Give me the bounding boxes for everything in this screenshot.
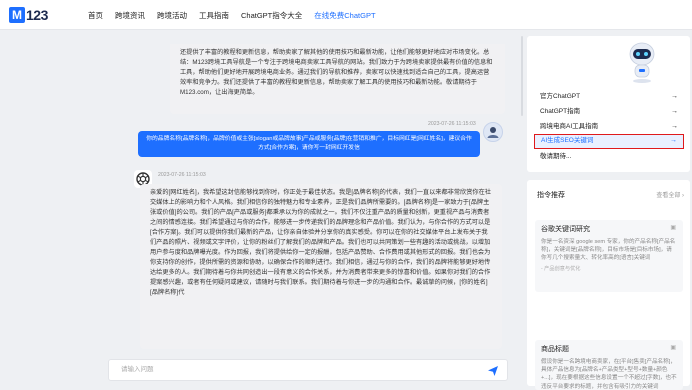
menu-item-label: 跨境电商AI工具指南 [540,123,599,130]
ai-message-timestamp: 2023-07-26 11:15:03 [158,172,206,178]
copy-icon[interactable]: ▣ [670,224,676,231]
nav-item-events[interactable]: 跨境活动 [157,10,187,21]
prompt-card-keyword-research[interactable]: 谷歌关键词研究 ▣ 你是一名资深 google sem 专家，你的产品名称[产品… [535,220,683,292]
top-navigation-bar: M 123 首页 跨境资讯 跨境活动 工具指南 ChatGPT指令大全 在线免费… [0,0,692,30]
nav-item-prompts[interactable]: ChatGPT指令大全 [241,10,302,21]
menu-item-label: AI生成SEO关键词 [541,137,594,144]
menu-item-label: 官方ChatGPT [540,93,581,100]
nav-item-tools[interactable]: 工具指南 [199,10,229,21]
arrow-right-icon: → [671,123,678,130]
main-nav: 首页 跨境资讯 跨境活动 工具指南 ChatGPT指令大全 在线免费ChatGP… [88,0,388,30]
menu-item-chatgpt-guide[interactable]: ChatGPT指南 → [534,104,684,119]
chat-scrollbar[interactable] [521,36,523,116]
arrow-right-icon: → [670,137,677,144]
nav-item-free-chatgpt[interactable]: 在线免费ChatGPT [314,10,375,21]
card-body: 你是一名资深 google sem 专家，你的产品名称[产品名称]，关键词是[品… [541,239,676,262]
question-input[interactable] [119,365,483,374]
menu-item-ai-tools-guide[interactable]: 跨境电商AI工具指南 → [534,119,684,134]
card-title: 谷歌关键词研究 [541,226,590,233]
card-title: 商品标题 [541,346,569,353]
menu-item-official-chatgpt[interactable]: 官方ChatGPT → [534,89,684,104]
menu-item-label: 敬请期待... [540,153,572,160]
arrow-right-icon: → [671,108,678,115]
sidebar-quick-links: 官方ChatGPT → ChatGPT指南 → 跨境电商AI工具指南 → AI生… [527,36,690,172]
question-input-box[interactable] [108,359,508,381]
user-avatar-icon [487,127,499,138]
quick-links-menu: 官方ChatGPT → ChatGPT指南 → 跨境电商AI工具指南 → AI生… [534,89,684,164]
menu-item-label: ChatGPT指南 [540,108,581,115]
nav-item-home[interactable]: 首页 [88,10,103,21]
prompt-card-product-title[interactable]: 商品标题 ▣ 假设你是一名跨境电商卖家，在[平台]售卖[产品名称]，具体产品信息… [535,340,683,390]
send-icon[interactable] [487,365,499,377]
logo-mark: M [9,7,25,23]
chat-area: 还提供了丰富的教程和更新信息，帮助卖家了解其他的使用技巧和最新功能，让他们能够更… [108,44,508,384]
send-icon-shape [488,366,498,376]
nav-item-news[interactable]: 跨境资讯 [115,10,145,21]
site-logo[interactable]: M 123 [9,6,48,24]
sidebar-prompt-recommendations: 指令推荐 查看全部 › 谷歌关键词研究 ▣ 你是一名资深 google sem … [527,180,690,390]
card-body: 假设你是一名跨境电商卖家，在[平台]售卖[产品名称]，具体产品信息为[品牌名+产… [541,359,677,390]
user-message: 你的品牌名称[品牌名称]，品牌价值或主张[slogan或品牌故事]产品或服务[品… [138,131,480,157]
menu-item-seo-keywords[interactable]: AI生成SEO关键词 → [534,134,684,149]
menu-item-coming-soon[interactable]: 敬请期待... [534,149,684,164]
copy-icon[interactable]: ▣ [670,344,676,351]
logo-text: 123 [26,7,48,23]
arrow-right-icon: → [671,93,678,100]
view-all-link[interactable]: 查看全部 › [656,190,684,199]
ai-message-previous: 还提供了丰富的教程和更新信息，帮助卖家了解其他的使用技巧和最新功能，让他们能够更… [170,44,505,114]
ai-message-response: 亲爱的[网红姓名]，我希望这封信能够找到你时，你正处于最佳状态。我是[品牌名称]… [140,184,502,349]
user-message-timestamp: 2023-07-26 11:15:03 [428,121,476,127]
robot-mascot-icon [628,40,656,84]
recommend-title: 指令推荐 [537,192,565,199]
card-tag: - 产品创意与优化 [541,265,581,272]
user-avatar [483,122,503,142]
